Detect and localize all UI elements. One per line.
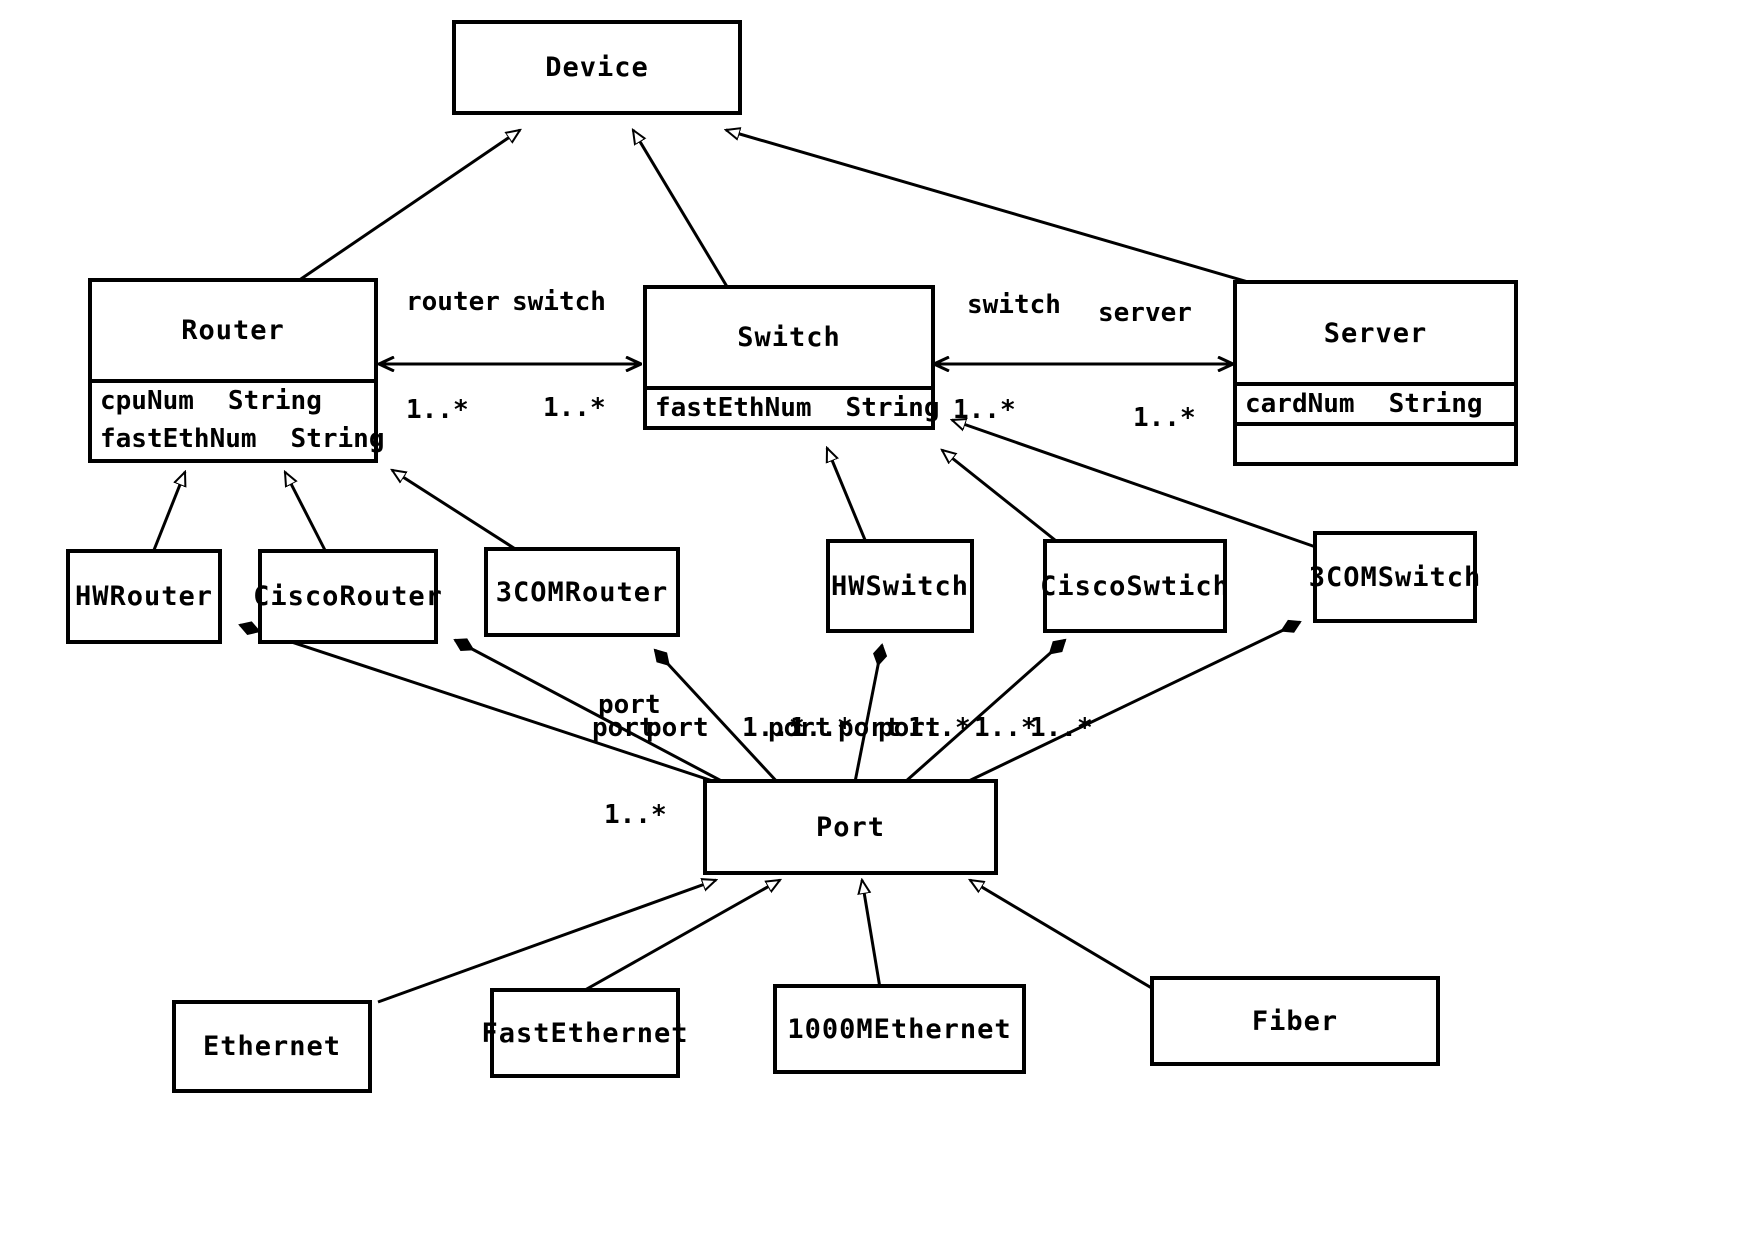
class-3comswitch[interactable]: 3COMSwitch — [1308, 531, 1482, 623]
class-hwswitch[interactable]: HWSwitch — [826, 539, 974, 633]
class-1000methernet-title: 1000MEthernet — [787, 1013, 1012, 1045]
class-router-title: Router — [181, 315, 285, 346]
class-server-title: Server — [1323, 317, 1428, 349]
class-1000methernet[interactable]: 1000MEthernet — [773, 984, 1026, 1074]
label-switch-role-left: switch — [512, 287, 606, 317]
attr-name: cardNum — [1245, 389, 1355, 419]
attr-name: fastEthNum — [655, 393, 812, 423]
label-router-role: router — [406, 287, 500, 317]
class-server-attr-1: cardNum String — [1237, 382, 1514, 422]
class-3comswitch-title: 3COMSwitch — [1308, 561, 1482, 593]
class-switch-title: Switch — [737, 322, 841, 353]
class-server-empty-compartment — [1237, 422, 1514, 462]
class-hwrouter-title: HWRouter — [74, 581, 214, 612]
label-mult-port-left: 1..* — [604, 800, 667, 830]
label-mult-p3: 1..* — [908, 713, 971, 743]
attr-type: String — [290, 424, 385, 454]
class-switch[interactable]: Switch fastEthNum String — [643, 285, 939, 430]
class-ethernet-title: Ethernet — [202, 1031, 342, 1062]
class-server[interactable]: Server cardNum String — [1233, 280, 1518, 466]
class-3comrouter-title: 3COMRouter — [495, 576, 669, 608]
attr-type: String — [1388, 389, 1483, 419]
class-ciscoswitch[interactable]: CiscoSwtich — [1040, 539, 1230, 633]
label-switch-role-right: switch — [967, 290, 1061, 320]
class-hwswitch-title: HWSwitch — [830, 570, 970, 602]
class-fastethernet-title: FastEthernet — [481, 1017, 689, 1049]
class-router-attr-2: fastEthNum String — [92, 419, 384, 459]
class-ciscoswitch-title: CiscoSwtich — [1040, 570, 1230, 602]
label-mult-server: 1..* — [1133, 403, 1196, 433]
class-ethernet[interactable]: Ethernet — [172, 1000, 372, 1093]
class-device-title: Device — [545, 52, 649, 83]
class-3comrouter[interactable]: 3COMRouter — [484, 547, 680, 637]
label-mult-switch-left: 1..* — [543, 393, 606, 423]
attr-type: String — [845, 393, 940, 423]
class-port-title: Port — [815, 811, 886, 843]
class-ciscorouter[interactable]: CiscoRouter — [253, 549, 443, 644]
class-fiber[interactable]: Fiber — [1150, 976, 1440, 1066]
class-hwrouter[interactable]: HWRouter — [66, 549, 222, 644]
class-fastethernet[interactable]: FastEthernet — [481, 988, 689, 1078]
class-ciscorouter-title: CiscoRouter — [253, 581, 443, 612]
label-mult-router: 1..* — [406, 395, 469, 425]
label-mult-p4: 1..* — [974, 713, 1037, 743]
attr-type: String — [227, 386, 322, 416]
attr-name: cpuNum — [100, 386, 194, 416]
label-mult-switch-right: 1..* — [953, 395, 1016, 425]
attr-name: fastEthNum — [100, 424, 257, 454]
class-router-attr-1: cpuNum String — [92, 379, 374, 419]
uml-diagram-canvas: Device Router cpuNum String fastEthNum S… — [0, 0, 1737, 1237]
class-port[interactable]: Port — [703, 779, 998, 875]
class-router[interactable]: Router cpuNum String fastEthNum String — [88, 278, 384, 463]
label-server-role: server — [1098, 298, 1192, 328]
class-device[interactable]: Device — [452, 20, 742, 115]
label-mult-p5: 1..* — [1030, 713, 1093, 743]
class-fiber-title: Fiber — [1251, 1005, 1339, 1037]
label-port-c: port — [646, 713, 709, 743]
class-switch-attr-1: fastEthNum String — [647, 386, 939, 426]
